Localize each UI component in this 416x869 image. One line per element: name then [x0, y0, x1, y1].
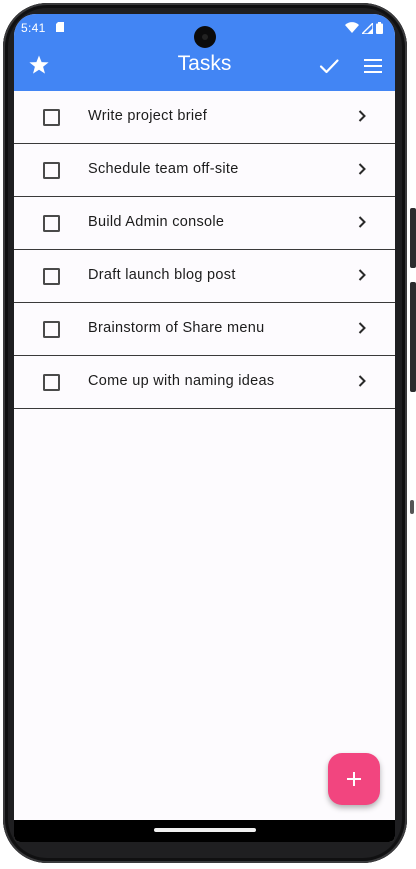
page: 5:41 Tasks Write project brief Schedule … — [0, 0, 416, 869]
signal-icon — [362, 22, 373, 34]
chevron-right-icon — [358, 375, 366, 387]
task-checkbox[interactable] — [43, 109, 60, 126]
navigation-bar — [14, 820, 395, 842]
task-list: Write project brief Schedule team off-si… — [14, 91, 395, 409]
menu-icon[interactable] — [362, 55, 384, 77]
task-label: Come up with naming ideas — [88, 373, 275, 389]
add-task-button[interactable] — [328, 753, 380, 805]
chevron-right-icon — [358, 322, 366, 334]
home-gesture-handle[interactable] — [154, 828, 256, 832]
check-icon[interactable] — [318, 55, 340, 77]
task-label: Build Admin console — [88, 214, 225, 230]
task-row[interactable]: Draft launch blog post — [14, 250, 395, 303]
screen: 5:41 Tasks Write project brief Schedule … — [14, 14, 395, 842]
wifi-icon — [345, 22, 359, 33]
status-icons — [345, 21, 383, 35]
task-label: Write project brief — [88, 108, 208, 124]
task-checkbox[interactable] — [43, 268, 60, 285]
task-row[interactable]: Come up with naming ideas — [14, 356, 395, 409]
battery-icon — [376, 22, 383, 34]
task-label: Draft launch blog post — [88, 267, 236, 283]
chevron-right-icon — [358, 269, 366, 281]
task-checkbox[interactable] — [43, 215, 60, 232]
task-label: Schedule team off-site — [88, 161, 239, 177]
task-checkbox[interactable] — [43, 374, 60, 391]
power-button[interactable] — [410, 208, 416, 268]
sd-card-icon — [56, 22, 64, 32]
app-bar: 5:41 Tasks — [14, 14, 395, 91]
task-label: Brainstorm of Share menu — [88, 320, 265, 336]
side-indicator — [410, 500, 414, 514]
volume-button[interactable] — [410, 282, 416, 392]
front-camera — [194, 26, 216, 48]
status-time: 5:41 — [21, 21, 46, 35]
task-checkbox[interactable] — [43, 321, 60, 338]
chevron-right-icon — [358, 163, 366, 175]
task-row[interactable]: Write project brief — [14, 91, 395, 144]
chevron-right-icon — [358, 216, 366, 228]
chevron-right-icon — [358, 110, 366, 122]
task-row[interactable]: Build Admin console — [14, 197, 395, 250]
plus-icon — [347, 772, 361, 786]
task-checkbox[interactable] — [43, 162, 60, 179]
task-row[interactable]: Brainstorm of Share menu — [14, 303, 395, 356]
task-row[interactable]: Schedule team off-site — [14, 144, 395, 197]
